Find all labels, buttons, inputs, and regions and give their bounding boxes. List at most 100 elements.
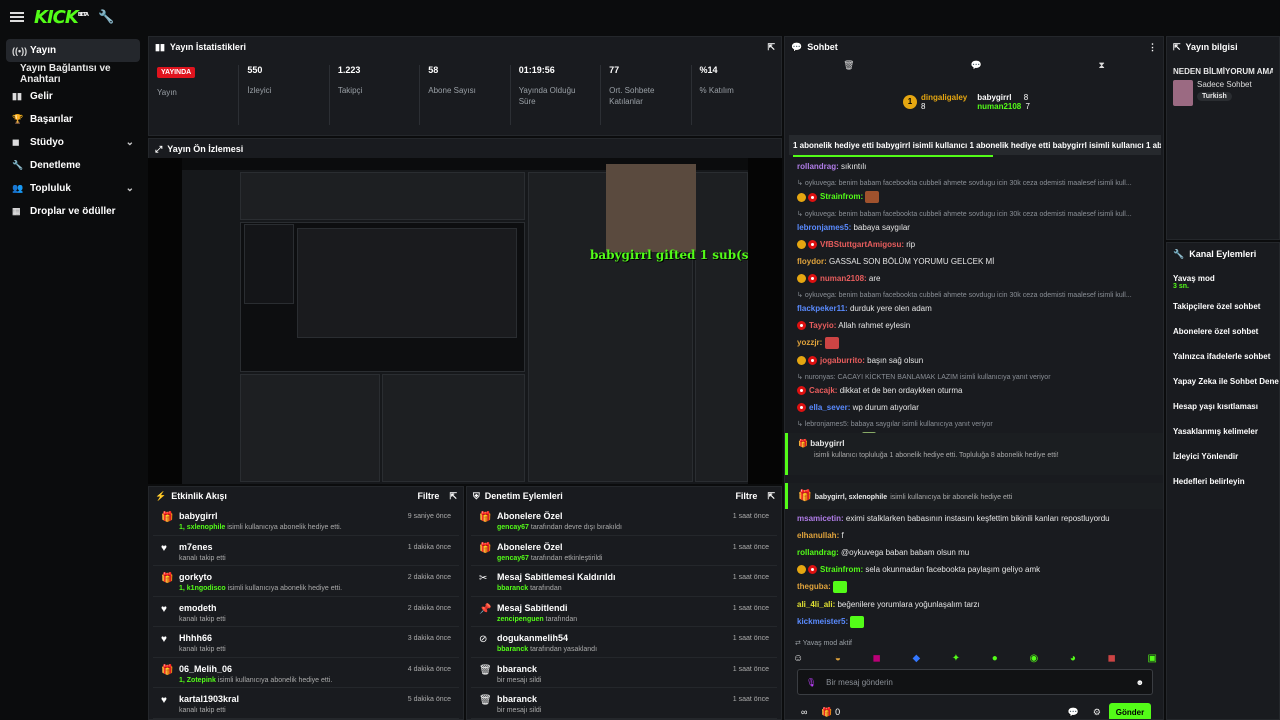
chat-username[interactable]: elhanullah: <box>797 531 839 540</box>
chat-username[interactable]: lebronjames5: <box>797 223 851 232</box>
feed-row[interactable]: 🗑 bbaranck bir mesajı sildi 1 saat önce <box>471 688 777 719</box>
feed-row-user[interactable]: zencipenguen <box>497 616 544 623</box>
sidebar-item-topluluk[interactable]: 👥 Topluluk ⌄ <box>6 177 140 200</box>
sidebar-item-droplar[interactable]: ▦ Droplar ve ödüller <box>6 200 140 223</box>
chat-message[interactable]: elhanullah: f <box>789 530 1161 541</box>
feed-row[interactable]: 🎁 babygirrl 1, sxlenophile isimli kullanıc… <box>153 505 459 536</box>
chat-input[interactable]: 🎙 Bir mesaj gönderin ☻ <box>797 669 1153 695</box>
chat-message[interactable]: Tayyio: Allah rahmet eylesin <box>789 320 1161 331</box>
feed-row[interactable]: 🎁 gorkyto 1, k1ngodisco isimli kullanıcıya… <box>153 566 459 597</box>
channel-action-item[interactable]: Yasaklanmış kelimeler <box>1167 419 1279 444</box>
channel-action-item[interactable]: Abonelere özel sohbet <box>1167 319 1279 344</box>
emoji-icon[interactable]: ☻ <box>1136 678 1144 687</box>
popout-icon[interactable]: ⇱ <box>767 42 775 53</box>
chat-message[interactable]: kickmeister5: <box>789 616 1161 628</box>
category-thumbnail[interactable] <box>1173 80 1193 106</box>
channel-action-item[interactable]: Yalnızca ifadelerle sohbet <box>1167 344 1279 369</box>
feed-row[interactable]: ♥ m7enes kanalı takip etti 1 dakika önce <box>153 536 459 566</box>
chat-message[interactable]: jogaburrito: başın sağ olsun <box>789 355 1161 366</box>
chat-username[interactable]: Strainfrom: <box>820 565 863 574</box>
channel-action-item[interactable]: Yavaş mod 3 sn. <box>1167 269 1279 294</box>
mic-icon[interactable]: 🎙 <box>806 678 816 687</box>
feed-row-user[interactable]: gencay67 <box>497 555 529 562</box>
chat-message[interactable]: VfBStuttgartAmigosu: rip <box>789 239 1161 250</box>
gear-icon[interactable]: ⚙ <box>1093 707 1101 718</box>
emote-icon[interactable]: ☺ <box>793 653 803 664</box>
channel-action-item[interactable]: Hesap yaşı kısıtlaması <box>1167 394 1279 419</box>
feed-row-user[interactable]: bbaranck <box>497 646 528 653</box>
popout-icon[interactable]: ⇱ <box>449 491 457 502</box>
chat-username[interactable]: Strainfrom: <box>820 192 863 201</box>
sidebar-item-gelir[interactable]: ▮▮ Gelir <box>6 85 140 108</box>
filter-button[interactable]: Filtre <box>417 491 439 501</box>
chat-message[interactable]: floydor: GASSAL SON BÖLÜM YORUMU GELCEK … <box>789 256 1161 267</box>
filter-button[interactable]: Filtre <box>735 491 757 501</box>
chat-message[interactable]: Strainfrom: sela okunmadan facebookta pa… <box>789 564 1161 575</box>
emote-icon[interactable]: ◒ <box>835 653 841 664</box>
feed-row[interactable]: ♥ Hhhh66 kanalı takip etti 3 dakika önce <box>153 627 459 658</box>
sidebar-item-studyo[interactable]: ◼ Stüdyo ⌄ <box>6 131 140 154</box>
points-display[interactable]: 🎁 0 <box>821 707 840 718</box>
feed-row[interactable]: 📌 Mesaj Sabitlendi zencipenguen tarafından… <box>471 597 777 627</box>
sidebar-item-denetleme[interactable]: 🔧 Denetleme <box>6 154 140 177</box>
chat-message[interactable]: Strainfrom: <box>789 191 1161 203</box>
chat-username[interactable]: rollandrag: <box>797 162 839 171</box>
emote-icon[interactable]: ◕ <box>1070 653 1076 664</box>
feed-row[interactable]: 🎁 Abonelere Özel gencay67 tarafından etkin… <box>471 536 777 566</box>
language-tag[interactable]: Turkish <box>1197 92 1232 101</box>
kick-logo[interactable]: KICKBETA <box>34 7 89 28</box>
feed-row[interactable]: ♥ emodeth kanalı takip etti 2 dakika önce <box>153 597 459 627</box>
channel-action-item[interactable]: Takipçilere özel sohbet <box>1167 294 1279 319</box>
chat-username[interactable]: yozzjr: <box>797 338 822 347</box>
chat-message[interactable]: msamicetin: eximi stalklarken babasının … <box>789 513 1161 524</box>
feed-row-user[interactable]: 1, k1ngodisco <box>179 585 226 592</box>
sidebar-item-stream-key[interactable]: Yayın Bağlantısı ve Anahtarı <box>6 62 140 85</box>
sidebar-item-yayin[interactable]: ((•)) Yayın <box>6 39 140 62</box>
more-icon[interactable]: ⋮ <box>1148 42 1157 53</box>
feed-row[interactable]: 🎁 Abonelere Özel gencay67 tarafından devre… <box>471 505 777 536</box>
category-name[interactable]: Sadece Sohbet <box>1197 80 1252 89</box>
chat-message[interactable]: ali_4li_ali: beğenilere yorumlara yoğunl… <box>789 599 1161 610</box>
chat-username[interactable]: jogaburrito: <box>820 356 865 365</box>
viewers-icon[interactable]: ∞ <box>801 707 807 717</box>
feed-row-user[interactable]: 1, sxlenophile <box>179 524 225 531</box>
chat-username[interactable]: Tayyio: <box>809 321 836 330</box>
chat-username[interactable]: VfBStuttgartAmigosu: <box>820 240 904 249</box>
chat-message[interactable]: rollandrag: @oykuvega baban babam olsun … <box>789 547 1161 558</box>
chat-message[interactable]: numan2108: are <box>789 273 1161 284</box>
send-button[interactable]: Gönder <box>1109 703 1151 719</box>
chat-username[interactable]: Cacajk: <box>809 386 837 395</box>
emote-icon[interactable]: ◼ <box>873 653 881 664</box>
wrench-icon[interactable]: 🔧 <box>98 9 114 25</box>
feed-row[interactable]: ✂ Mesaj Sabitlemesi Kaldırıldı bbaranck ta… <box>471 566 777 597</box>
chat-username[interactable]: ali_4li_ali: <box>797 600 835 609</box>
feed-row[interactable]: 🗑 bbaranck bir mesajı sildi 1 saat önce <box>471 658 777 688</box>
feed-row-user[interactable]: 1, Zotepink <box>179 677 216 684</box>
sidebar-item-basarilar[interactable]: 🏆 Başarılar <box>6 108 140 131</box>
chat-message[interactable]: ella_sever: wp durum atıyorlar <box>789 402 1161 413</box>
channel-action-item[interactable]: Hedefleri belirleyin <box>1167 469 1279 494</box>
chat-message[interactable]: theguba: <box>789 581 1161 593</box>
chat-username[interactable]: floydor: <box>797 257 827 266</box>
emote-icon[interactable]: ▣ <box>1147 653 1156 664</box>
emote-icon[interactable]: ● <box>992 653 998 664</box>
pinned-message[interactable]: 1 abonelik hediye etti babygirrl isimli … <box>789 135 1161 155</box>
hourglass-icon[interactable]: ⧗ <box>1098 60 1104 71</box>
feed-row-user[interactable]: gencay67 <box>497 524 529 531</box>
emote-icon[interactable]: ◆ <box>912 653 920 664</box>
feed-row[interactable]: ♥ kartal1903kral kanalı takip etti 5 dakika… <box>153 688 459 719</box>
chat-message[interactable]: yozzjr: <box>789 337 1161 349</box>
chat-username[interactable]: ella_sever: <box>809 403 850 412</box>
popout-icon[interactable]: ⇱ <box>767 491 775 502</box>
chat-message[interactable]: lebronjames5: babaya saygılar <box>789 222 1161 233</box>
emote-icon[interactable]: ◼ <box>1108 653 1116 664</box>
trash-icon[interactable]: 🗑 <box>843 60 854 71</box>
feed-row[interactable]: ⊘ dogukanmelih54 bbaranck tarafından yasak… <box>471 627 777 658</box>
chat-username[interactable]: theguba: <box>797 582 831 591</box>
emote-icon[interactable]: ◉ <box>1029 653 1038 664</box>
chat-username[interactable]: msamicetin: <box>797 514 844 523</box>
feed-row-user[interactable]: bbaranck <box>497 585 528 592</box>
chat-username[interactable]: kickmeister5: <box>797 617 848 626</box>
stream-preview[interactable]: babygirrl gifted 1 sub(s)! <box>148 158 782 484</box>
chat-message[interactable]: flackpeker11: durduk yere olen adam <box>789 303 1161 314</box>
